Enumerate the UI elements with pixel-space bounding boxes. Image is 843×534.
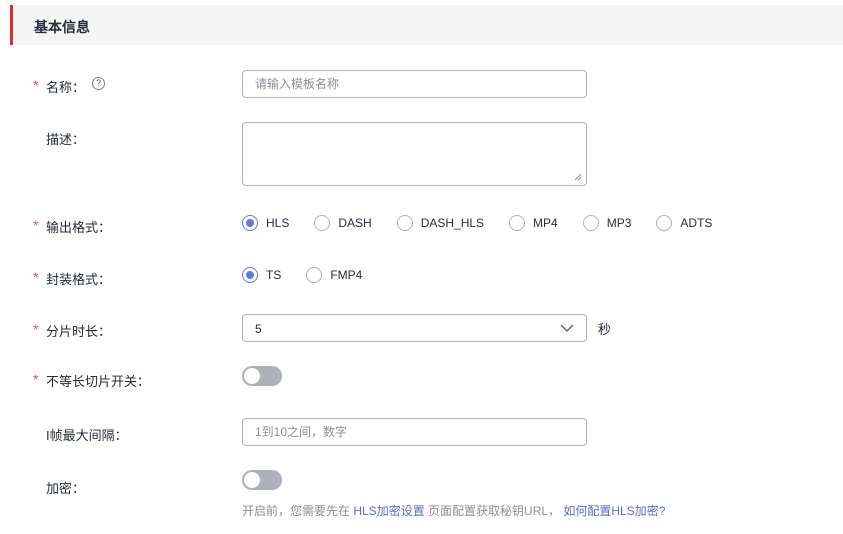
question-circle-icon[interactable]: ? xyxy=(92,77,105,90)
variable-segment-toggle[interactable] xyxy=(242,366,282,386)
radio-label: FMP4 xyxy=(330,268,363,282)
encryption-label: 加密： xyxy=(46,481,86,496)
radio-circle-icon xyxy=(242,267,258,283)
how-to-configure-hls-link[interactable]: 如何配置HLS加密? xyxy=(563,504,665,518)
segment-duration-select[interactable]: 5 xyxy=(242,314,587,342)
radio-label: MP3 xyxy=(606,216,632,230)
radio-circle-icon xyxy=(509,215,526,231)
radio-circle-icon xyxy=(306,267,323,283)
unit-label: 秒 xyxy=(598,322,612,337)
chevron-down-icon xyxy=(560,324,574,332)
description-textarea[interactable] xyxy=(242,122,587,186)
radio-circle-icon xyxy=(242,215,258,231)
radio-label: TS xyxy=(266,268,282,282)
container-format-label: 封装格式： xyxy=(46,272,112,287)
hint-text-middle: 页面配置获取秘钥URL， xyxy=(424,504,564,518)
toggle-knob xyxy=(244,368,260,384)
section-header: 基本信息 xyxy=(10,5,843,45)
iframe-interval-input[interactable] xyxy=(242,418,587,446)
toggle-knob xyxy=(244,472,260,488)
required-asterisk: * xyxy=(33,371,39,387)
encryption-hint: 开启前，您需要先在 HLS加密设置 页面配置获取秘钥URL， 如何配置HLS加密… xyxy=(242,502,665,519)
radio-dash-hls[interactable]: DASH_HLS xyxy=(396,215,485,231)
radio-circle-icon xyxy=(396,215,413,231)
description-label: 描述： xyxy=(46,132,86,147)
radio-fmp4[interactable]: FMP4 xyxy=(306,267,362,283)
radio-circle-icon xyxy=(582,215,599,231)
radio-mp4[interactable]: MP4 xyxy=(509,215,558,231)
required-asterisk: * xyxy=(33,217,39,233)
required-asterisk: * xyxy=(33,269,39,285)
encryption-toggle[interactable] xyxy=(242,470,282,490)
hls-encryption-settings-link[interactable]: HLS加密设置 xyxy=(353,504,424,518)
hint-text-prefix: 开启前，您需要先在 xyxy=(242,504,354,518)
required-asterisk: * xyxy=(33,77,39,93)
radio-label: MP4 xyxy=(533,216,558,230)
radio-hls[interactable]: HLS xyxy=(242,215,289,231)
iframe-interval-label: I帧最大间隔： xyxy=(46,428,128,443)
select-value: 5 xyxy=(255,322,262,336)
variable-segment-label: 不等长切片开关： xyxy=(46,374,151,389)
radio-label: HLS xyxy=(266,216,290,230)
section-title: 基本信息 xyxy=(34,19,90,35)
name-label: 名称： xyxy=(46,80,86,95)
radio-circle-icon xyxy=(314,215,331,231)
name-input[interactable] xyxy=(242,70,587,98)
radio-label: ADTS xyxy=(680,216,713,230)
radio-label: DASH xyxy=(338,216,372,230)
radio-dash[interactable]: DASH xyxy=(314,215,372,231)
radio-mp3[interactable]: MP3 xyxy=(582,215,632,231)
output-format-label: 输出格式： xyxy=(46,220,112,235)
resize-grip-icon[interactable] xyxy=(574,173,582,181)
segment-duration-label: 分片时长： xyxy=(46,324,112,339)
radio-label: DASH_HLS xyxy=(420,216,485,230)
output-format-radio-group: HLS DASH DASH_HLS MP4 MP3 ADTS xyxy=(242,215,737,231)
container-format-radio-group: TS FMP4 xyxy=(242,267,387,283)
required-asterisk: * xyxy=(33,321,39,337)
radio-circle-icon xyxy=(656,215,673,231)
radio-adts[interactable]: ADTS xyxy=(656,215,712,231)
radio-ts[interactable]: TS xyxy=(242,267,281,283)
